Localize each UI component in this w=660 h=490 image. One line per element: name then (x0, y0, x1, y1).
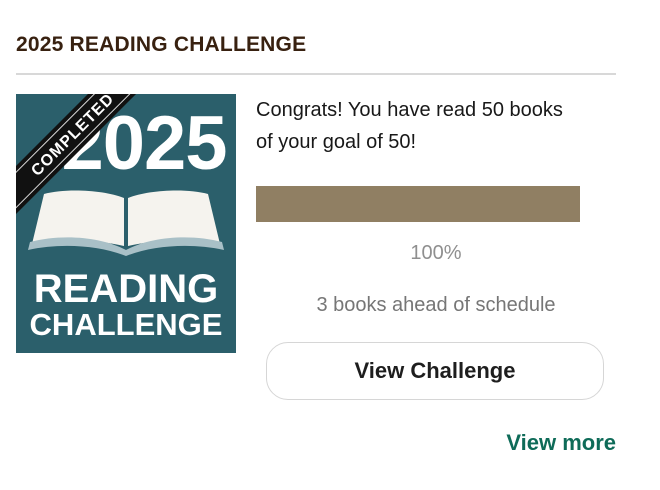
progress-bar-fill (256, 186, 580, 222)
congrats-message: Congrats! You have read 50 books of your… (256, 99, 563, 153)
badge-line-challenge: CHALLENGE (30, 307, 223, 342)
reading-challenge-widget: 2025 READING CHALLENGE 2025 READING CHAL… (16, 0, 616, 490)
progress-bar (256, 186, 580, 222)
divider (16, 73, 616, 75)
section-title: 2025 READING CHALLENGE (16, 33, 307, 56)
badge-line-reading: READING (34, 267, 218, 311)
schedule-status: 3 books ahead of schedule (316, 294, 556, 316)
challenge-badge[interactable]: 2025 READING CHALLENGE COMPLETED (16, 94, 236, 353)
view-challenge-button[interactable]: View Challenge (266, 342, 604, 400)
view-more-link[interactable]: View more (506, 430, 616, 456)
challenge-progress: Congrats! You have read 50 books of your… (256, 94, 596, 316)
progress-percent: 100% (410, 242, 462, 264)
